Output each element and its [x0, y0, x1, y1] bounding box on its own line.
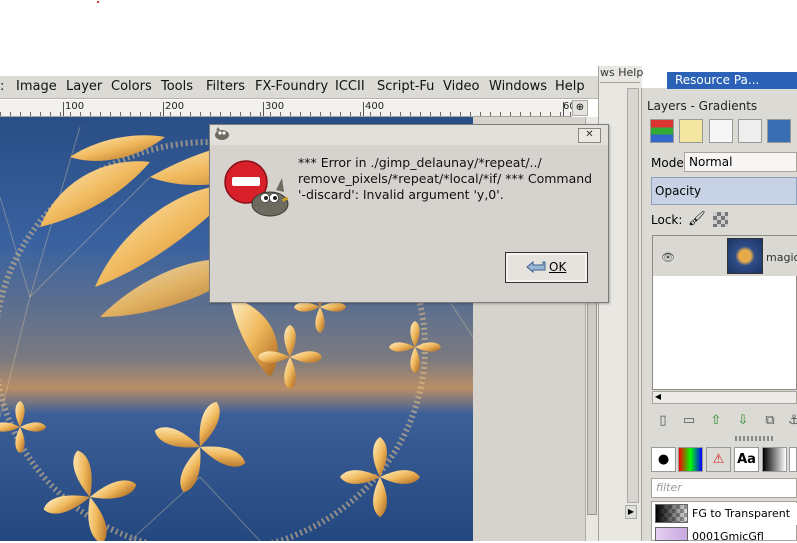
dialog-titlebar[interactable] [210, 125, 608, 145]
dialog-close-button[interactable]: ✕ [578, 128, 601, 143]
menu-fx-foundry[interactable]: FX-Foundry [255, 79, 328, 94]
ok-arrow-icon [526, 260, 546, 274]
images-icon[interactable] [767, 119, 791, 143]
zoom-icon[interactable]: ⊕ [572, 100, 588, 116]
menu-windows[interactable]: Windows [489, 79, 547, 94]
channels-icon[interactable] [709, 119, 733, 143]
duplicate-layer-icon[interactable]: ⧉ [761, 412, 779, 430]
opacity-slider[interactable]: Opacity [651, 177, 797, 205]
layer-name[interactable]: magicb [766, 251, 797, 264]
filter-input[interactable]: filter [651, 478, 797, 498]
brushes-icon[interactable]: ● [651, 447, 676, 472]
dock-title: Layers - Gradients [647, 99, 758, 113]
fonts-icon[interactable]: Aa [734, 447, 759, 472]
menu-help[interactable]: Help [555, 79, 585, 94]
scroll-left-arrow-icon[interactable]: ◀ [652, 391, 664, 404]
menu-video[interactable]: Video [443, 79, 479, 94]
patterns-icon[interactable] [678, 447, 703, 472]
gradient-swatch [655, 504, 688, 523]
ruler-label: 300 [265, 101, 285, 112]
ruler-minor-ticks [0, 112, 572, 116]
anchor-layer-icon[interactable]: ⚓ [785, 412, 797, 430]
lock-alpha-icon[interactable] [713, 212, 728, 227]
menubar: : Image Layer Colors Tools Filters FX-Fo… [0, 76, 598, 99]
ruler-label: 400 [365, 101, 385, 112]
gradient-swatch [655, 527, 688, 541]
menu-tools[interactable]: Tools [161, 79, 193, 94]
panel-resize-grip[interactable] [735, 436, 775, 441]
menu-item-partial[interactable]: : [0, 79, 4, 94]
menu-iccii[interactable]: ICCII [335, 79, 365, 94]
ruler-label: 200 [165, 101, 185, 112]
mode-select[interactable]: Normal [684, 152, 797, 172]
background-window-divider [600, 82, 640, 83]
warning-icon[interactable]: ⚠ [706, 447, 731, 472]
new-group-icon[interactable]: ▭ [680, 412, 698, 430]
menu-layer[interactable]: Layer [66, 79, 102, 94]
new-layer-icon[interactable]: ▯ [654, 412, 672, 430]
gradient-name[interactable]: 0001GmicGfl [692, 530, 764, 543]
gradient-name[interactable]: FG to Transparent [692, 507, 790, 520]
mode-label: Mode: [651, 156, 688, 170]
stray-dot [97, 1, 99, 3]
layers-icon[interactable] [650, 119, 674, 143]
error-message: *** Error in ./gimp_delaunay/*repeat/../… [298, 155, 593, 202]
palettes-icon[interactable] [789, 447, 797, 472]
lower-layer-icon[interactable]: ⇩ [734, 412, 752, 430]
lock-pixels-brush-icon[interactable]: 🖌 [688, 211, 706, 227]
resource-panel-title[interactable]: Resource Pa... [667, 72, 797, 89]
menu-script-fu[interactable]: Script-Fu [377, 79, 434, 94]
background-window-scrollbar[interactable] [627, 88, 639, 503]
horizontal-ruler[interactable]: 100 200 300 400 60 [0, 100, 572, 117]
gimp-wilber-icon [215, 127, 229, 140]
menu-image[interactable]: Image [16, 79, 57, 94]
lock-label: Lock: [651, 213, 683, 227]
gradients-icon[interactable] [762, 447, 787, 472]
ruler-label: 60 [563, 101, 572, 112]
error-stop-icon [224, 160, 289, 217]
layer-thumbnail [727, 238, 763, 274]
layers-hscrollbar[interactable] [652, 391, 797, 404]
menu-colors[interactable]: Colors [111, 79, 152, 94]
undo-history-icon[interactable] [679, 119, 703, 143]
ruler-label: 100 [65, 101, 85, 112]
raise-layer-icon[interactable]: ⇧ [707, 412, 725, 430]
paths-icon[interactable] [738, 119, 762, 143]
scroll-right-arrow-icon[interactable]: ▶ [625, 505, 637, 519]
ok-label: OK [549, 260, 567, 274]
visibility-eye-icon[interactable]: 👁 [661, 251, 675, 264]
menu-filters[interactable]: Filters [206, 79, 245, 94]
ok-button[interactable]: OK [505, 252, 588, 283]
background-window-menu: ws Help [600, 66, 644, 79]
